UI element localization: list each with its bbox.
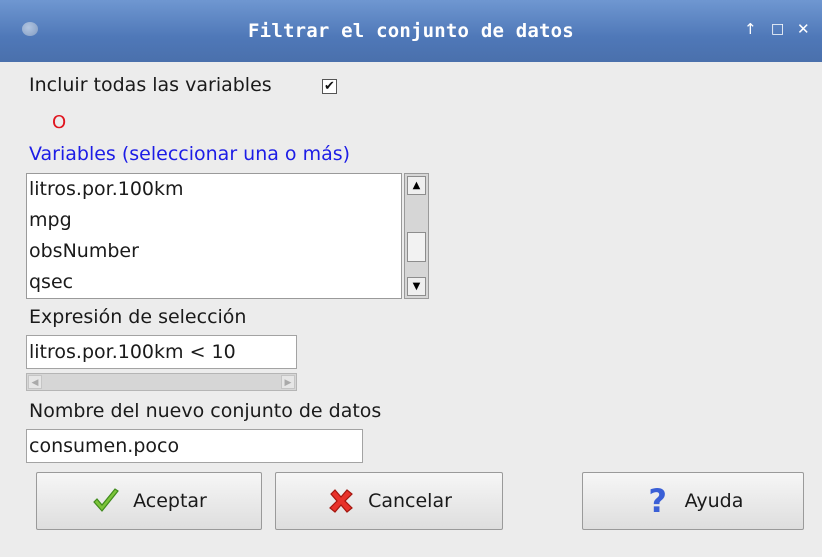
or-label: O [52, 112, 67, 133]
scroll-down-arrow-icon[interactable]: ▼ [407, 277, 426, 296]
close-window-icon[interactable]: ✕ [797, 20, 810, 38]
selection-expression-label: Expresión de selección [29, 306, 247, 328]
selection-horizontal-scrollbar[interactable]: ◀ ▶ [26, 373, 297, 391]
red-x-icon [329, 489, 353, 513]
variables-label: Variables (seleccionar una o más) [29, 143, 351, 165]
help-button[interactable]: ? Ayuda [582, 472, 804, 530]
help-button-label: Ayuda [684, 490, 744, 512]
list-item[interactable]: obsNumber [27, 236, 401, 267]
checkmark-icon [93, 488, 119, 512]
list-item[interactable]: litros.por.100km [27, 174, 401, 205]
window-title: Filtrar el conjunto de datos [248, 20, 574, 42]
selection-expression-input[interactable] [26, 335, 297, 369]
raise-window-icon[interactable]: ↑ [744, 20, 757, 38]
include-all-label: Incluir todas las variables [29, 74, 272, 96]
title-bar[interactable]: Filtrar el conjunto de datos ↑ □ ✕ [0, 0, 822, 62]
accept-button[interactable]: Aceptar [36, 472, 262, 530]
new-dataset-label: Nombre del nuevo conjunto de datos [29, 400, 382, 422]
cancel-button-label: Cancelar [368, 490, 452, 512]
scroll-up-arrow-icon[interactable]: ▲ [407, 176, 426, 195]
scroll-right-arrow-icon[interactable]: ▶ [281, 375, 295, 389]
scroll-left-arrow-icon[interactable]: ◀ [28, 375, 42, 389]
include-all-checkbox[interactable]: ✔ [322, 79, 337, 94]
list-item[interactable]: mpg [27, 205, 401, 236]
dialog-window: Filtrar el conjunto de datos ↑ □ ✕ Inclu… [0, 0, 822, 557]
maximize-window-icon[interactable]: □ [771, 21, 784, 37]
scrollbar-thumb[interactable] [407, 232, 426, 262]
variables-listbox[interactable]: litros.por.100km mpg obsNumber qsec [26, 173, 402, 299]
list-item[interactable]: qsec [27, 267, 401, 298]
question-mark-icon: ? [648, 482, 667, 520]
new-dataset-name-input[interactable] [26, 429, 363, 463]
accept-button-label: Aceptar [133, 490, 207, 512]
variables-scrollbar[interactable]: ▲ ▼ [404, 173, 429, 299]
cancel-button[interactable]: Cancelar [275, 472, 503, 530]
